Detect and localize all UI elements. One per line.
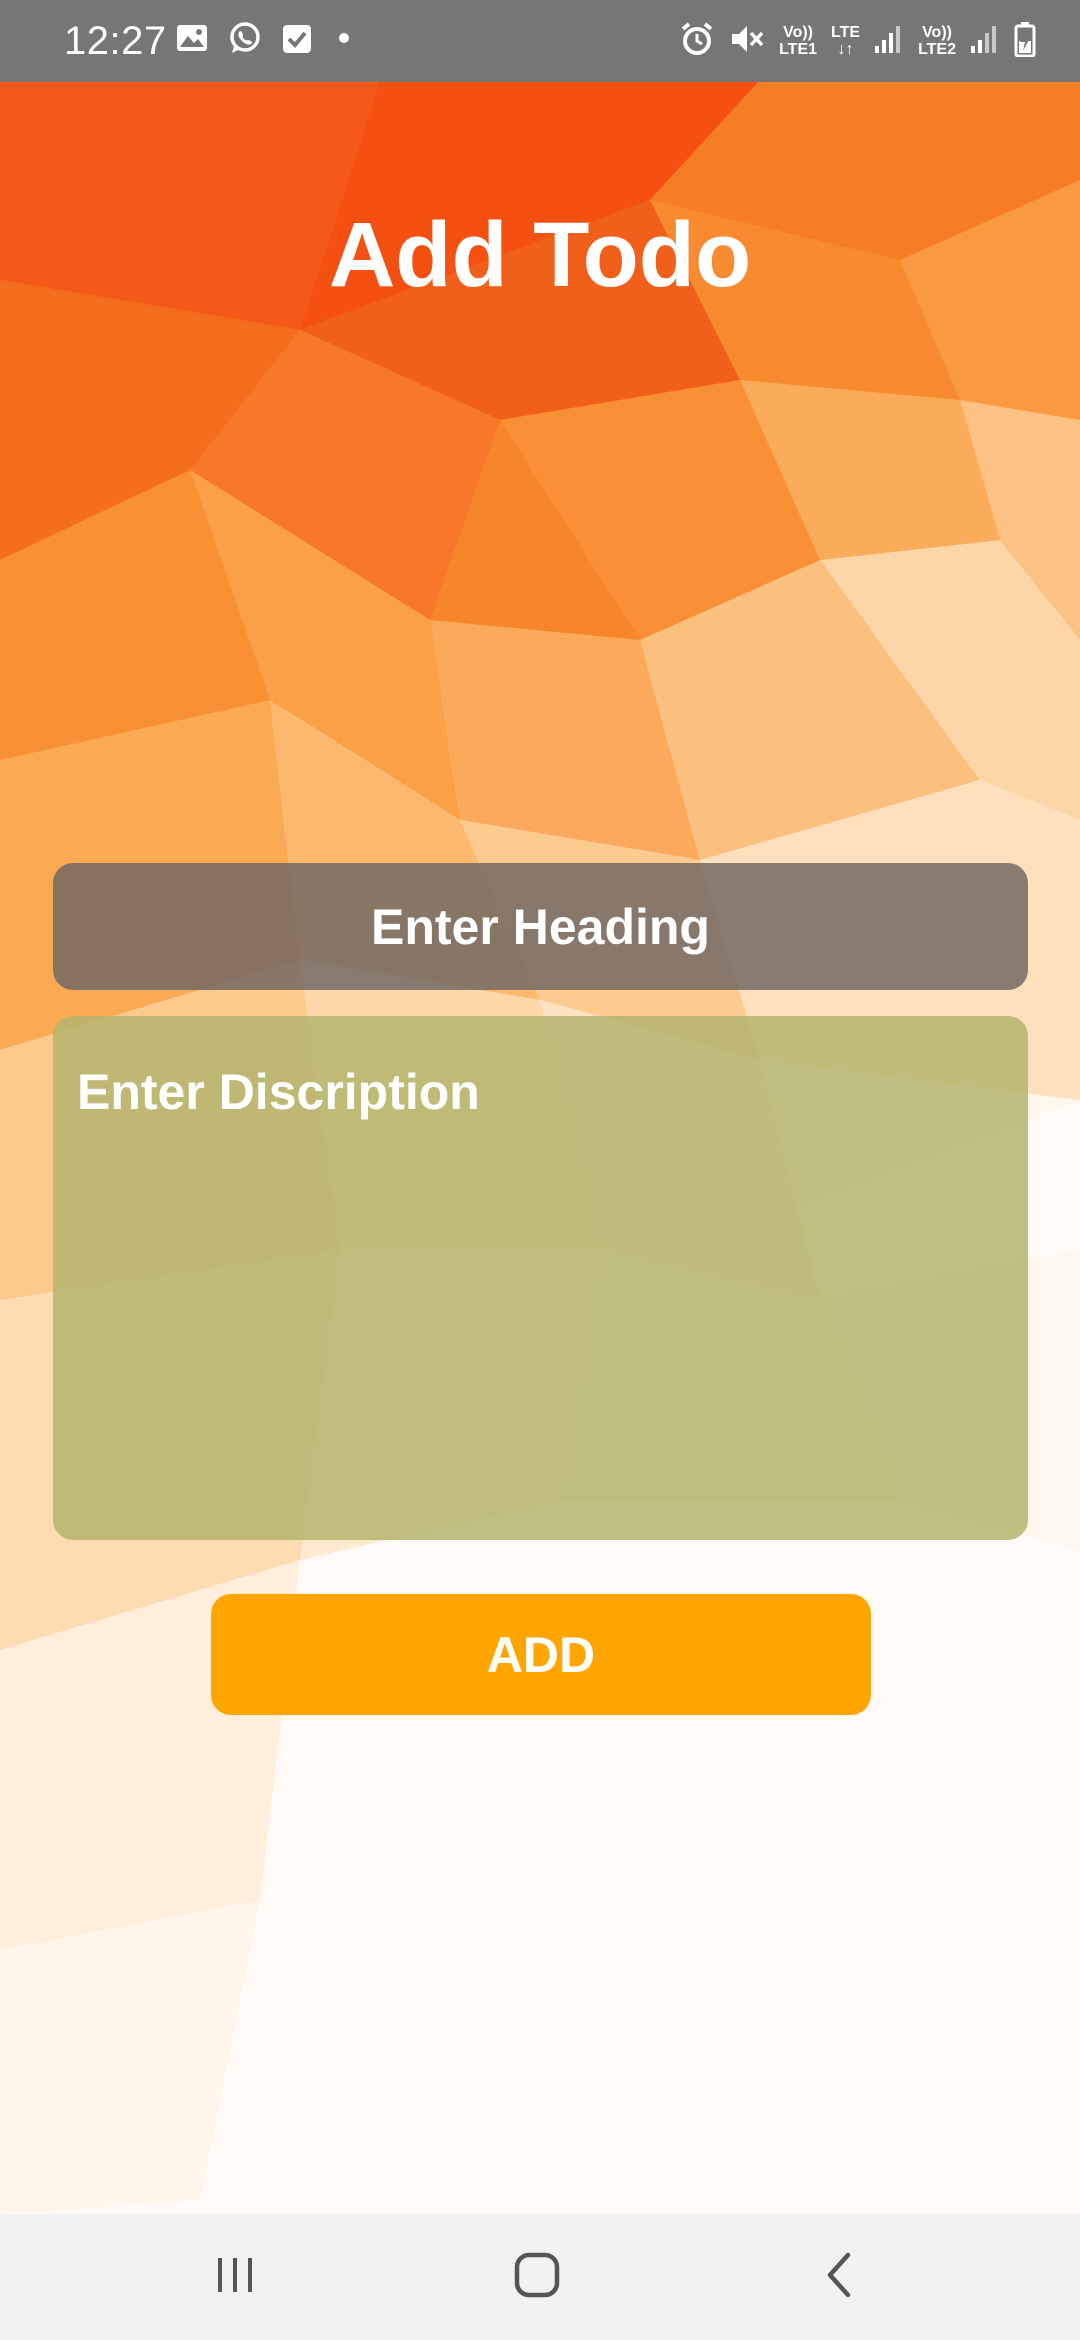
navigation-bar (0, 2214, 1080, 2340)
signal-icon-sim2 (970, 24, 1000, 59)
back-icon (820, 2251, 860, 2304)
home-icon (513, 2251, 561, 2304)
mute-icon (729, 21, 765, 62)
page-title: Add Todo (328, 204, 752, 306)
dot-icon (332, 26, 356, 55)
back-button[interactable] (790, 2237, 890, 2317)
heading-input[interactable] (53, 863, 1028, 990)
recent-apps-button[interactable] (185, 2237, 285, 2317)
status-bar: 12:27 Vo)) LTE1 LTE ↓↑ Vo)) LTE2 (0, 0, 1080, 82)
sim2-network-label: Vo)) LTE2 (918, 24, 956, 58)
battery-charging-icon (1014, 21, 1036, 62)
description-input[interactable] (53, 1016, 1028, 1540)
lte-data-label: LTE ↓↑ (831, 24, 861, 58)
recent-apps-icon (213, 2253, 257, 2302)
whatsapp-icon (228, 21, 262, 60)
alarm-icon (679, 21, 715, 62)
system-icons: Vo)) LTE1 LTE ↓↑ Vo)) LTE2 (679, 18, 1036, 64)
add-button[interactable]: ADD (211, 1594, 871, 1715)
status-time: 12:27 (64, 19, 167, 63)
sim1-network-label: Vo)) LTE1 (779, 24, 818, 58)
home-button[interactable] (487, 2237, 587, 2317)
notification-icons (176, 20, 356, 60)
gallery-icon (176, 22, 208, 59)
checkbox-notification-icon (282, 22, 312, 59)
signal-icon (874, 24, 904, 59)
